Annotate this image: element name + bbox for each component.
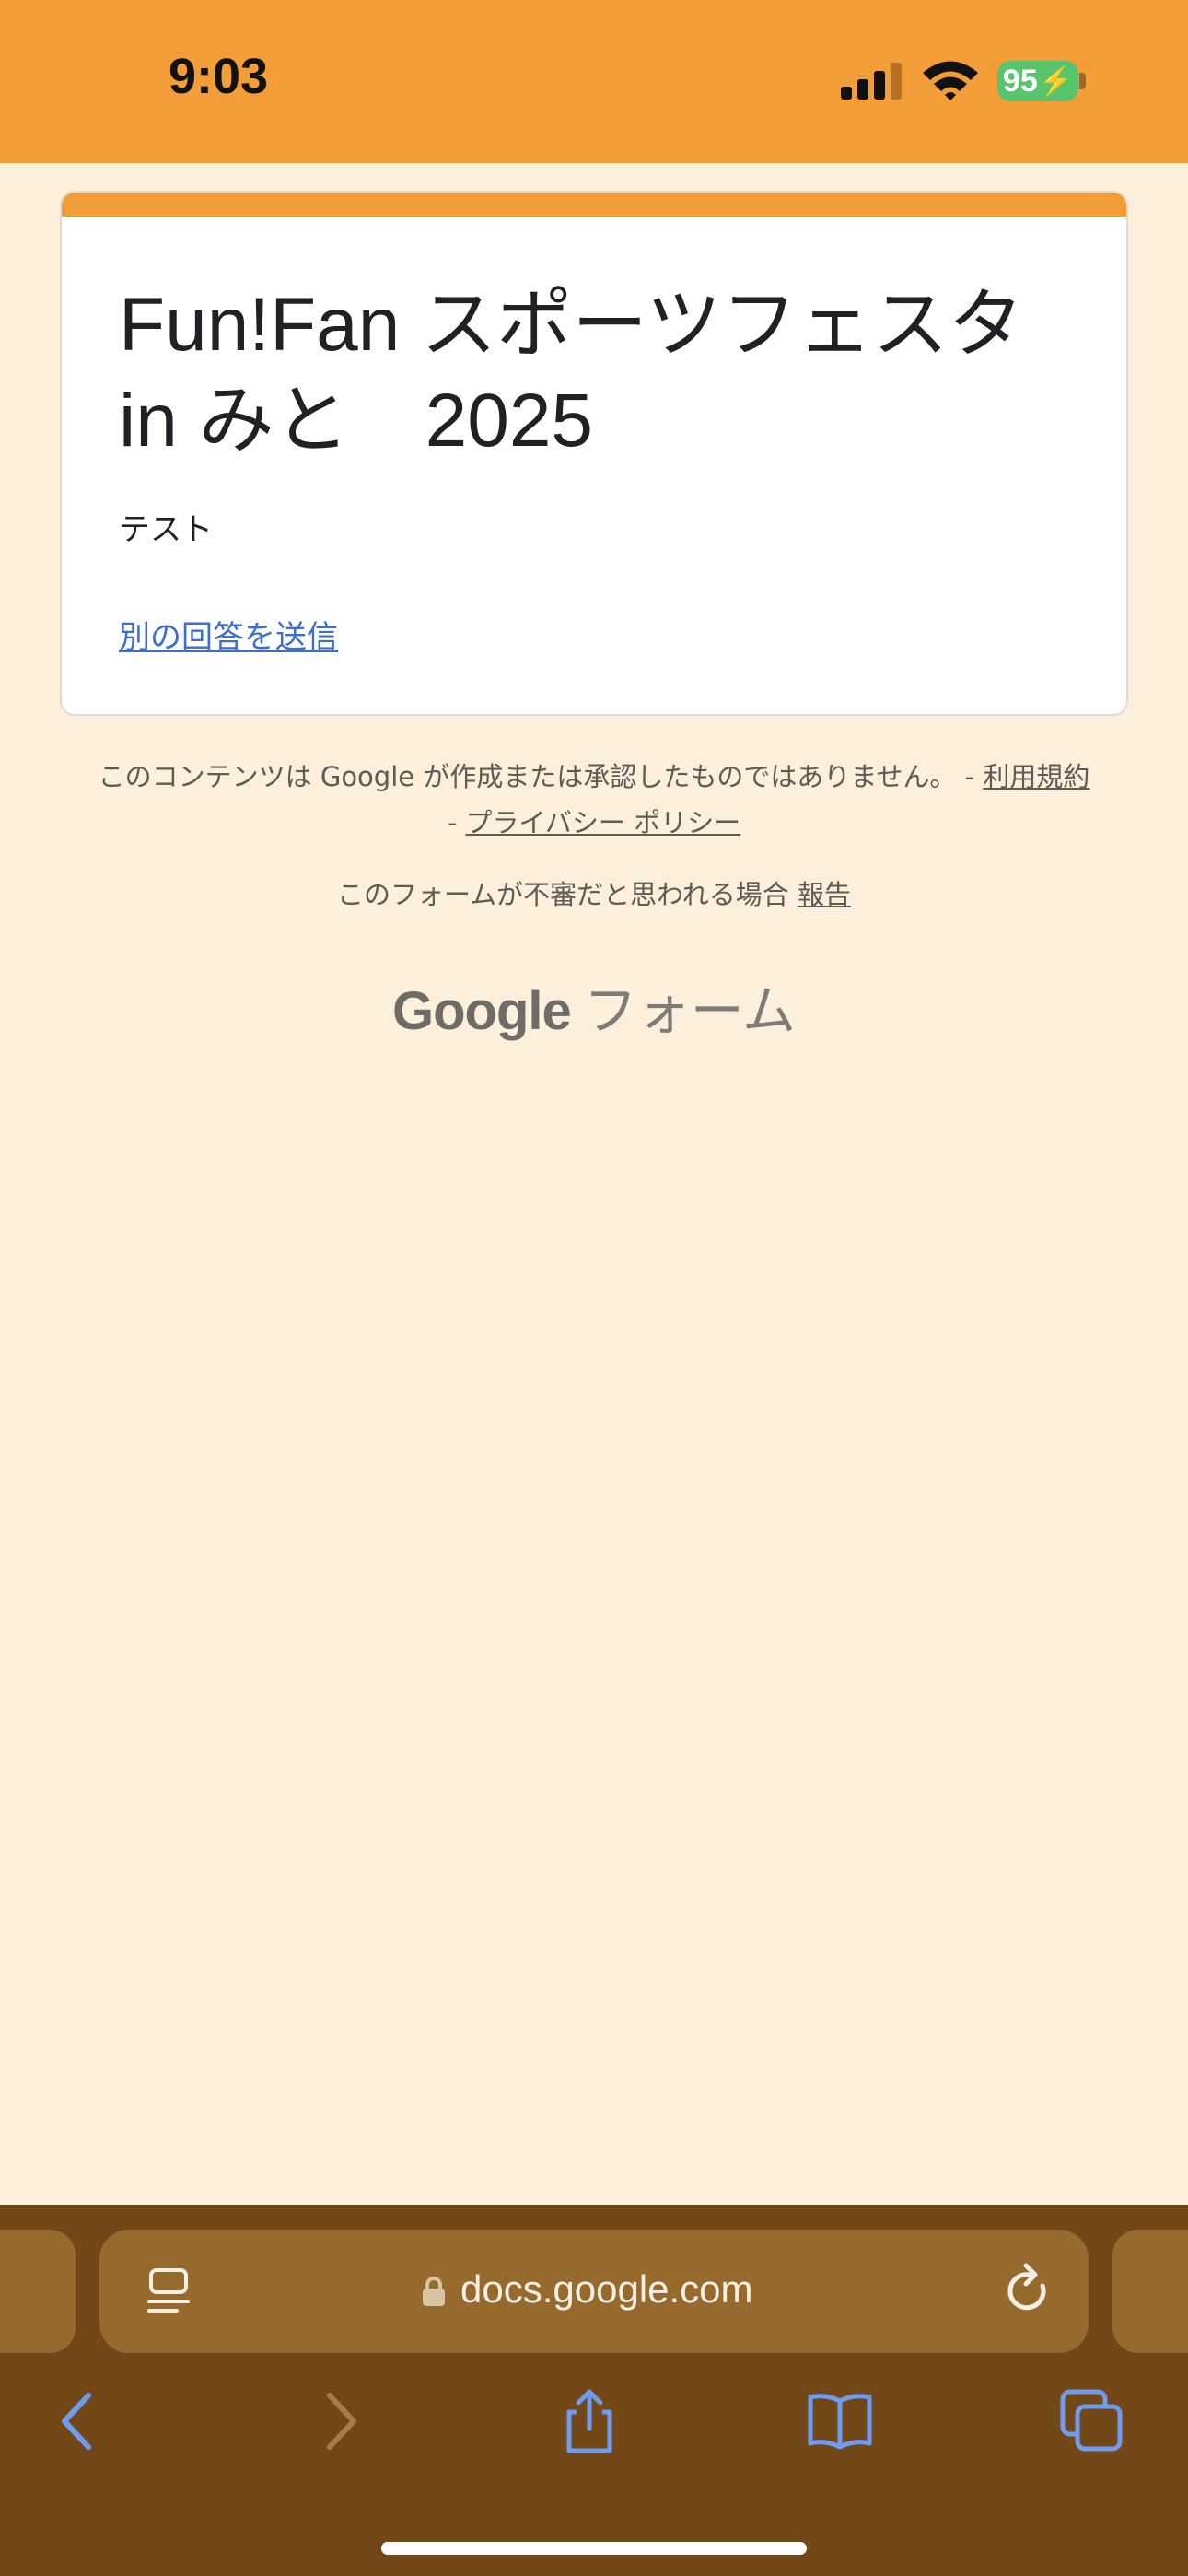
forms-wordmark: フォーム bbox=[583, 979, 797, 1042]
battery-icon: 95 ⚡ bbox=[997, 61, 1078, 101]
google-forms-logo[interactable]: Google フォーム bbox=[0, 967, 1188, 1045]
previous-tab-peek[interactable] bbox=[0, 2230, 76, 2353]
charging-bolt-icon: ⚡ bbox=[1038, 65, 1074, 97]
forward-icon[interactable] bbox=[306, 2388, 372, 2454]
google-wordmark: Google bbox=[391, 981, 572, 1041]
disclaimer-text: このコンテンツは Google が作成または承認したものではありません。 - bbox=[98, 761, 975, 792]
back-icon[interactable] bbox=[46, 2388, 112, 2454]
next-tab-peek[interactable] bbox=[1112, 2230, 1188, 2353]
lock-icon bbox=[423, 2277, 445, 2306]
disclaimer: このコンテンツは Google が作成または承認したものではありません。 - 利… bbox=[92, 754, 1096, 846]
url-text[interactable]: docs.google.com bbox=[460, 2267, 753, 2312]
submit-another-response-link[interactable]: 別の回答を送信 bbox=[119, 612, 338, 657]
terms-link[interactable]: 利用規約 bbox=[983, 761, 1089, 792]
bookmarks-icon[interactable] bbox=[807, 2388, 873, 2454]
cellular-signal-icon bbox=[841, 63, 902, 100]
wifi-icon bbox=[923, 61, 978, 100]
form-title: Fun!Fan スポーツフェスタ in みと 2025 bbox=[119, 283, 1024, 463]
report-link[interactable]: 報告 bbox=[798, 879, 851, 910]
page-menu-icon[interactable] bbox=[146, 2266, 192, 2316]
battery-level: 95 bbox=[1002, 63, 1038, 99]
report-notice: このフォームが不審だと思われる場合 報告 bbox=[92, 872, 1096, 918]
home-indicator[interactable] bbox=[381, 2542, 807, 2555]
tabs-icon[interactable] bbox=[1059, 2388, 1125, 2454]
share-icon[interactable] bbox=[556, 2388, 623, 2454]
form-card: Fun!Fan スポーツフェスタ in みと 2025 テスト 別の回答を送信 bbox=[60, 191, 1128, 716]
card-accent-bar bbox=[62, 193, 1126, 217]
battery-cap bbox=[1079, 73, 1086, 89]
status-bar: 9:03 95 ⚡ bbox=[0, 0, 1188, 163]
report-text: このフォームが不審だと思われる場合 bbox=[337, 879, 789, 910]
reload-icon[interactable] bbox=[1002, 2262, 1054, 2319]
status-time: 9:03 bbox=[169, 49, 269, 104]
form-description: テスト bbox=[119, 511, 213, 548]
footer-separator: - bbox=[447, 807, 458, 838]
privacy-policy-link[interactable]: プライバシー ポリシー bbox=[466, 807, 741, 838]
